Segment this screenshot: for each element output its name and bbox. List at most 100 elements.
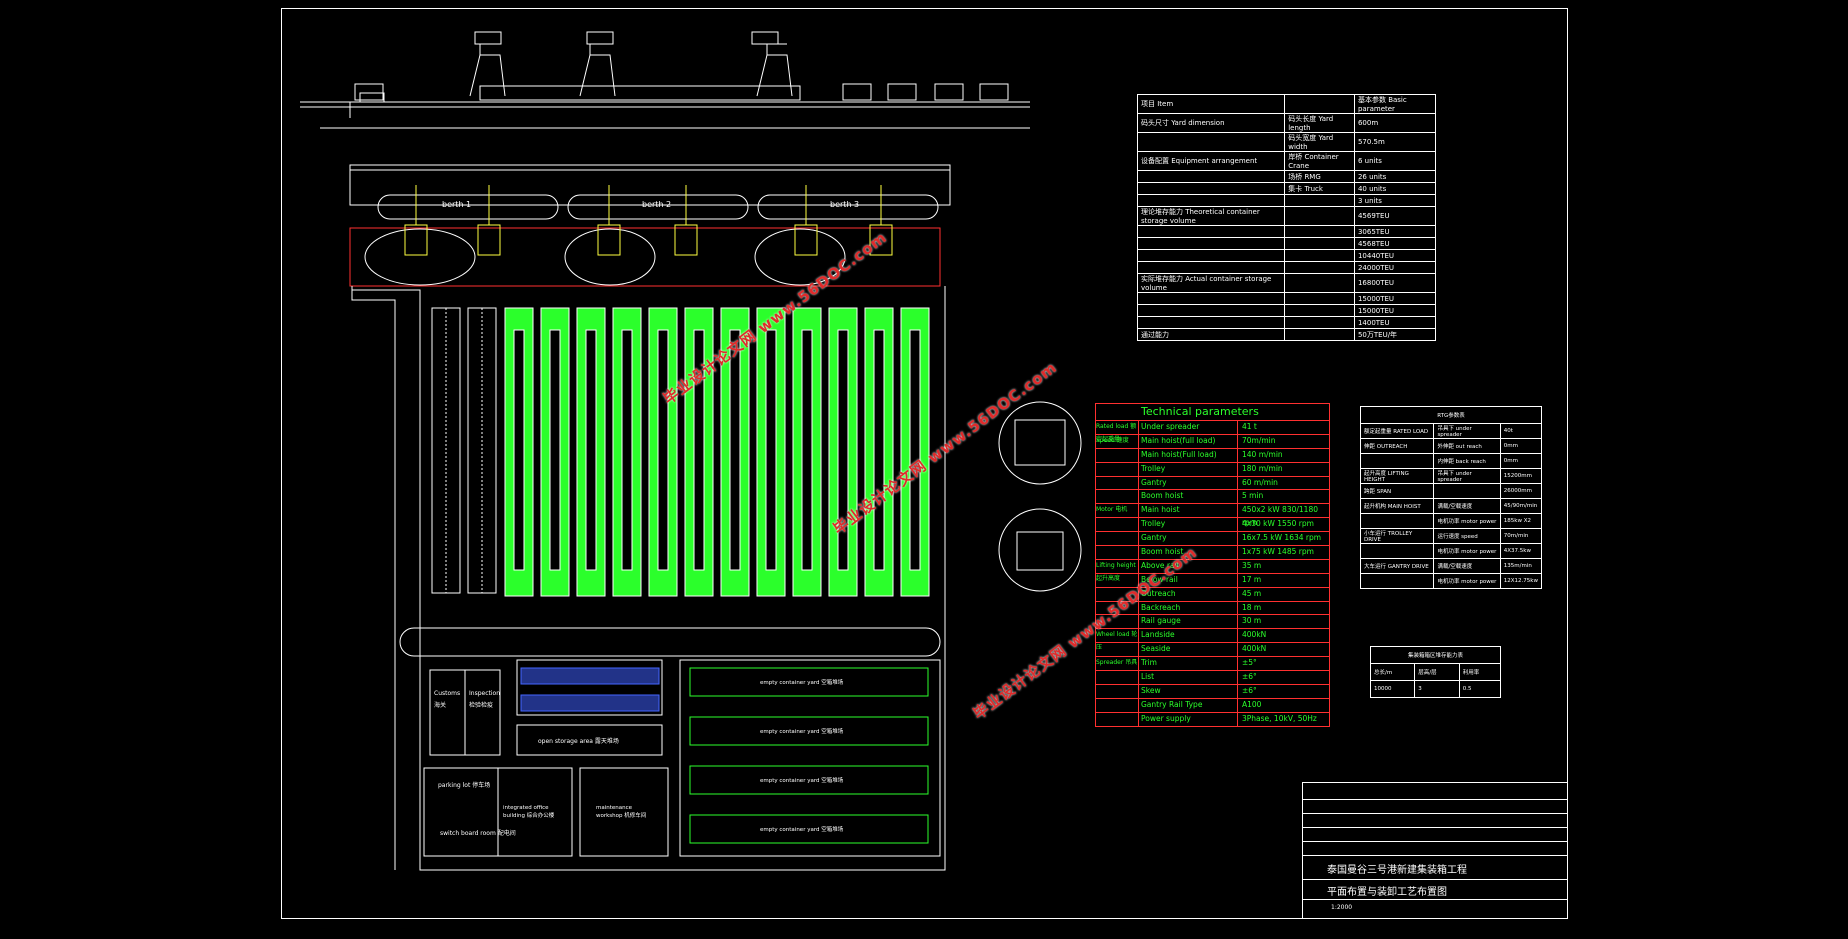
- table-cell: 岸桥 Container Crane: [1284, 151, 1355, 171]
- berth-2-label: berth 2: [642, 200, 672, 209]
- parameter-cell: [1096, 448, 1139, 462]
- parameter-row: Spreader 吊具 Trim ±5°: [1096, 657, 1329, 672]
- switch-label: switch board room 配电间: [440, 830, 516, 837]
- table-cell: 场桥 RMG: [1284, 170, 1355, 183]
- table-cell: 135m/min: [1499, 558, 1543, 574]
- parameter-cell: Main hoist(full load): [1139, 434, 1238, 448]
- parameter-row: Rated load 额定起重量 Under spreader 41 t: [1096, 421, 1329, 443]
- parameter-cell: 450x2 kW 830/1180 rpm: [1242, 505, 1318, 528]
- parking-label: parking lot 停车场: [438, 782, 491, 789]
- block-aisle: [801, 329, 813, 571]
- parameter-cell: 17 m: [1242, 574, 1262, 584]
- table-cell: [1136, 194, 1286, 207]
- storage-header: 集装箱箱区堆存能力表: [1370, 646, 1501, 664]
- parameter-cell: Power supply: [1139, 712, 1238, 726]
- table-cell: [1359, 453, 1435, 469]
- block-aisle: [729, 329, 741, 571]
- table-cell: 16800TEU: [1353, 273, 1437, 293]
- parameter-cell: [1096, 712, 1139, 726]
- parameter-cell: 140 m/min: [1242, 449, 1283, 459]
- table-cell: [1136, 132, 1286, 152]
- table-cell: [1284, 206, 1355, 226]
- table-cell: 码头长度 Yard length: [1284, 113, 1355, 133]
- table-cell: 码头宽度 Yard width: [1284, 132, 1355, 152]
- parameter-cell: Boom hoist: [1139, 490, 1238, 504]
- table-cell: 层高/层: [1414, 663, 1460, 681]
- parameter-cell: [1096, 462, 1139, 476]
- table-cell: 总长/m: [1369, 663, 1416, 681]
- parameter-cell: Trolley: [1139, 518, 1238, 532]
- table-row: 理论堆存能力 Theoretical container storage vol…: [1136, 206, 1437, 226]
- table-cell: [1284, 292, 1355, 305]
- table-cell: [1359, 513, 1435, 529]
- table-row: 15000TEU: [1136, 292, 1437, 305]
- block-aisle: [513, 329, 525, 571]
- table-cell: 理论堆存能力 Theoretical container storage vol…: [1136, 206, 1286, 226]
- table-cell: 吊具下 under spreader: [1433, 423, 1501, 439]
- parameter-row: Gantry Rail Type A100: [1096, 698, 1329, 713]
- table-cell: 185kw X2: [1499, 513, 1543, 529]
- table-cell: [1136, 225, 1286, 238]
- table-cell: [1136, 292, 1286, 305]
- parameter-row: Motor 电机 Main hoist 450x2 kW 830/1180 rpm: [1096, 504, 1329, 528]
- table-cell: [1284, 225, 1355, 238]
- table-cell: 40 units: [1353, 182, 1437, 195]
- table-cell: 1400TEU: [1353, 316, 1437, 329]
- table-cell: 通过能力: [1136, 328, 1286, 341]
- berth-1-label: berth 1: [442, 200, 472, 209]
- table-cell: 15000TEU: [1353, 292, 1437, 305]
- parameter-cell: List: [1139, 671, 1238, 684]
- block-aisle: [873, 329, 885, 571]
- inspection-label: Inspection: [469, 690, 500, 697]
- parameter-cell: Trolley: [1139, 462, 1238, 476]
- office-label: integrated office building 综合办公楼: [503, 805, 555, 819]
- parameter-cell: Gantry: [1139, 476, 1238, 490]
- parameter-cell: A100: [1242, 699, 1262, 709]
- parameter-cell: 400kN: [1242, 630, 1267, 640]
- table-row: 跨距 SPAN 26000mm: [1359, 483, 1543, 499]
- empty-yard-label-4: empty container yard 空箱堆场: [760, 827, 844, 833]
- table-row: 通过能力 50万TEU/年: [1136, 328, 1437, 341]
- parameter-cell: [1096, 532, 1139, 546]
- table-cell: [1136, 304, 1286, 317]
- table-cell: 45/90m/min: [1499, 498, 1543, 514]
- parameter-row: Main hoist(Full load) 140 m/min: [1096, 448, 1329, 463]
- table-cell: 内伸距 back reach: [1433, 453, 1501, 469]
- drawing-title: 平面布置与装卸工艺布置图: [1327, 887, 1447, 898]
- table-cell: 570.5m: [1353, 132, 1437, 152]
- table-cell: 600m: [1353, 113, 1437, 133]
- parameter-cell: Gantry Rail Type: [1139, 698, 1238, 712]
- storage-capacity-table: 集装箱箱区堆存能力表 总长/m 层高/层 利用率 10000 3 0.5: [1369, 646, 1502, 698]
- parameter-cell: 400kN: [1242, 644, 1267, 654]
- block-aisle: [657, 329, 669, 571]
- technical-parameters-table: Technical parameters Rated load 额定起重量 Und…: [1095, 403, 1330, 727]
- parameter-cell: 45 m: [1242, 588, 1262, 598]
- parameter-cell: Skew: [1139, 684, 1238, 698]
- table-cell: 26000mm: [1499, 483, 1543, 499]
- table-cell: 15000TEU: [1353, 304, 1437, 317]
- table-row: 1400TEU: [1136, 316, 1437, 329]
- table-cell: [1359, 573, 1435, 589]
- table-cell: [1136, 170, 1286, 183]
- summary-header-cell: [1284, 94, 1355, 114]
- parameter-cell: [1096, 698, 1139, 712]
- parameter-cell: Backreach: [1139, 601, 1238, 615]
- table-cell: 设备配置 Equipment arrangement: [1136, 151, 1286, 171]
- table-cell: 吊具下 under spreader: [1433, 468, 1501, 484]
- parameter-cell: 35 m: [1242, 560, 1262, 570]
- table-row: 总长/m 层高/层 利用率: [1369, 663, 1502, 681]
- table-row: 额定起重量 RATED LOAD 吊具下 under spreader 40t: [1359, 423, 1543, 439]
- table-cell: [1284, 249, 1355, 262]
- table-row: 设备配置 Equipment arrangement 岸桥 Container C…: [1136, 151, 1437, 171]
- table-cell: 10440TEU: [1353, 249, 1437, 262]
- table-cell: 电机功率 motor power: [1433, 573, 1501, 589]
- table-cell: 集卡 Truck: [1284, 182, 1355, 195]
- parameter-cell: [1096, 546, 1139, 559]
- block-aisle: [549, 329, 561, 571]
- table-row: 集卡 Truck 40 units: [1136, 182, 1437, 195]
- table-cell: [1284, 194, 1355, 207]
- rmg-header: RTG参数表: [1360, 406, 1542, 424]
- table-row: 小车运行 TROLLEY DRIVE 运行速度 speed 70m/min: [1359, 528, 1543, 544]
- table-cell: 3: [1414, 680, 1460, 698]
- table-cell: 10000: [1369, 680, 1416, 698]
